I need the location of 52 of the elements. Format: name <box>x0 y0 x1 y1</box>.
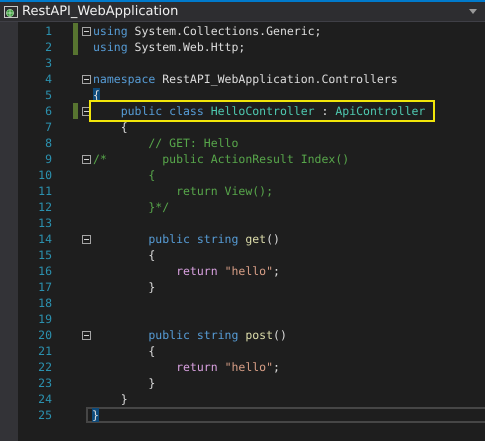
collapse-icon[interactable] <box>82 106 91 116</box>
project-name: RestAPI_WebApplication <box>22 2 178 21</box>
line-number: 1 <box>44 23 52 39</box>
line-number: 6 <box>44 103 52 119</box>
line-number: 10 <box>37 167 52 183</box>
line-number: 5 <box>44 87 52 103</box>
code-line: using System.Collections.Generic; <box>93 24 322 38</box>
code-line: }*/ <box>147 200 170 214</box>
dropdown-caret-icon[interactable] <box>469 9 477 14</box>
code-line: public string post() <box>147 328 287 342</box>
line-number: 14 <box>37 231 52 247</box>
line-number: 9 <box>44 151 52 167</box>
line-number: 11 <box>37 183 52 199</box>
web-project-icon <box>4 4 18 18</box>
code-line: } <box>120 392 128 406</box>
code-line: return View(); <box>175 184 274 198</box>
code-line: return "hello"; <box>175 264 280 278</box>
code-line: namespace RestAPI_WebApplication.Controllers <box>93 72 398 86</box>
collapse-icon[interactable] <box>82 154 91 164</box>
collapse-icon[interactable] <box>82 26 91 36</box>
line-number: 13 <box>37 215 52 231</box>
line-number: 4 <box>44 71 52 87</box>
code-line: public string get() <box>147 232 280 246</box>
line-number: 22 <box>37 359 52 375</box>
line-number: 19 <box>37 311 52 327</box>
line-number: 12 <box>37 199 52 215</box>
line-number: 8 <box>44 135 52 151</box>
code-line: return "hello"; <box>175 360 280 374</box>
collapse-icon[interactable] <box>82 74 91 84</box>
line-number: 25 <box>37 407 52 423</box>
line-number: 20 <box>37 327 52 343</box>
code-line: { <box>147 248 156 262</box>
code-line: } <box>147 376 156 390</box>
line-number: 17 <box>37 279 52 295</box>
line-number: 2 <box>44 39 52 55</box>
line-number: 15 <box>37 247 52 263</box>
code-line: /* public ActionResult Index() <box>93 152 350 166</box>
collapse-icon[interactable] <box>82 330 91 340</box>
code-line: { <box>147 344 156 358</box>
collapse-icon[interactable] <box>82 234 91 244</box>
line-number: 23 <box>37 375 52 391</box>
line-number: 3 <box>44 55 52 71</box>
code-line: // GET: Hello <box>147 136 238 150</box>
line-number: 16 <box>37 263 52 279</box>
line-number: 21 <box>37 343 52 359</box>
code-line: } <box>147 280 156 294</box>
code-line: { <box>120 120 128 134</box>
line-number: 24 <box>37 391 52 407</box>
line-number: 18 <box>37 295 52 311</box>
line-number: 7 <box>44 119 52 135</box>
code-line: { <box>147 168 156 182</box>
code-line: using System.Web.Http; <box>93 40 246 54</box>
